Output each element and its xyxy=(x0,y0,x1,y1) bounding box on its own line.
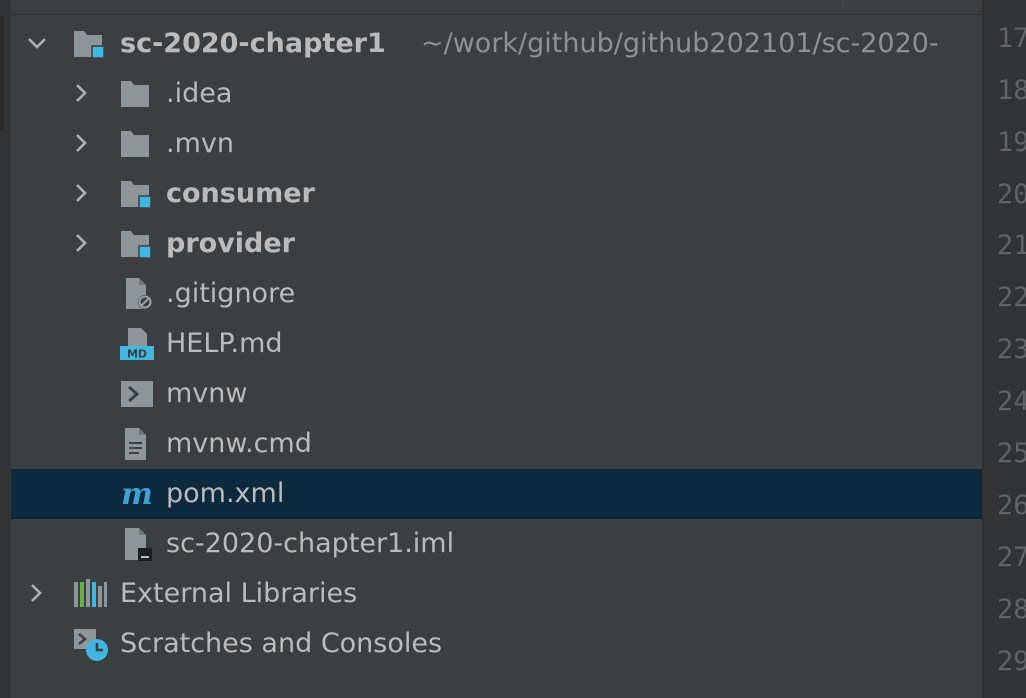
tree-item-label: .mvn xyxy=(166,128,234,159)
tree-row-consumer[interactable]: consumer xyxy=(11,169,982,219)
tree-row-root-module[interactable]: sc-2020-chapter1 ~/work/github/github202… xyxy=(11,19,982,69)
chevron-right-icon[interactable] xyxy=(69,131,93,155)
maven-icon: m xyxy=(121,477,153,511)
tree-item-label: HELP.md xyxy=(166,328,283,359)
tool-window-edge-marker xyxy=(0,16,4,130)
tool-window-edge xyxy=(0,0,11,698)
iml-file-icon xyxy=(125,528,152,561)
root-module-path: ~/work/github/github202101/sc-2020- xyxy=(421,28,939,59)
line-number: 29 xyxy=(997,646,1026,677)
markdown-file-icon: MD xyxy=(120,328,154,361)
chevron-right-icon[interactable] xyxy=(69,231,93,255)
line-number: 22 xyxy=(997,282,1026,313)
folder-icon xyxy=(121,81,149,107)
markdown-badge-text: MD xyxy=(127,348,147,361)
chevron-right-icon[interactable] xyxy=(69,181,93,205)
module-folder-icon xyxy=(121,181,152,209)
scratches-icon xyxy=(74,629,108,661)
ignored-file-icon xyxy=(126,278,152,309)
shell-script-icon xyxy=(121,381,153,407)
line-number: 18 xyxy=(997,75,1026,106)
tree-item-label: .gitignore xyxy=(166,278,296,309)
line-number: 21 xyxy=(997,230,1026,261)
line-number: 24 xyxy=(997,386,1026,417)
text-file-icon xyxy=(125,428,146,460)
tree-row-mvn[interactable]: .mvn xyxy=(11,119,982,169)
scratches-label: Scratches and Consoles xyxy=(120,628,443,659)
tree-item-label: pom.xml xyxy=(166,478,285,509)
panel-header-strip xyxy=(11,0,982,15)
line-number: 27 xyxy=(997,542,1026,573)
chevron-right-icon[interactable] xyxy=(69,81,93,105)
tree-item-label: .idea xyxy=(166,78,233,109)
line-number: 17 xyxy=(997,23,1026,54)
tree-item-label: provider xyxy=(166,228,296,259)
tree-row-scratches[interactable]: Scratches and Consoles xyxy=(11,619,982,669)
line-number: 28 xyxy=(997,594,1026,625)
chevron-right-icon[interactable] xyxy=(24,581,48,605)
tree-row-provider[interactable]: provider xyxy=(11,219,982,269)
line-number: 20 xyxy=(997,179,1026,210)
line-number: 26 xyxy=(997,490,1026,521)
chevron-down-icon[interactable] xyxy=(25,31,49,55)
header-divider xyxy=(843,0,844,8)
tree-row-gitignore[interactable]: .gitignore xyxy=(11,269,982,319)
tree-row-pom-xml[interactable]: m pom.xml xyxy=(11,469,982,519)
tree-row-help-md[interactable]: MD HELP.md xyxy=(11,319,982,369)
editor-gutter: 17 18 19 20 21 22 23 24 25 26 27 28 29 xyxy=(982,0,1026,698)
project-tree: sc-2020-chapter1 ~/work/github/github202… xyxy=(11,19,982,669)
folder-icon xyxy=(121,131,149,157)
tree-item-label: mvnw.cmd xyxy=(166,428,312,459)
module-folder-icon xyxy=(74,31,105,59)
line-number: 25 xyxy=(997,438,1026,469)
maven-glyph: m xyxy=(121,477,153,511)
tree-item-label: mvnw xyxy=(166,378,248,409)
external-libraries-label: External Libraries xyxy=(120,578,358,609)
line-number: 23 xyxy=(997,334,1026,365)
root-module-name: sc-2020-chapter1 xyxy=(120,28,386,59)
tree-row-mvnw-cmd[interactable]: mvnw.cmd xyxy=(11,419,982,469)
tree-item-label: consumer xyxy=(166,178,315,209)
line-number: 19 xyxy=(997,127,1026,158)
tree-row-external-libraries[interactable]: External Libraries xyxy=(11,569,982,619)
tree-item-label: sc-2020-chapter1.iml xyxy=(166,528,455,559)
library-icon xyxy=(74,579,107,607)
tree-row-idea[interactable]: .idea xyxy=(11,69,982,119)
tree-row-iml[interactable]: sc-2020-chapter1.iml xyxy=(11,519,982,569)
module-folder-icon xyxy=(121,231,152,259)
tree-row-mvnw[interactable]: mvnw xyxy=(11,369,982,419)
